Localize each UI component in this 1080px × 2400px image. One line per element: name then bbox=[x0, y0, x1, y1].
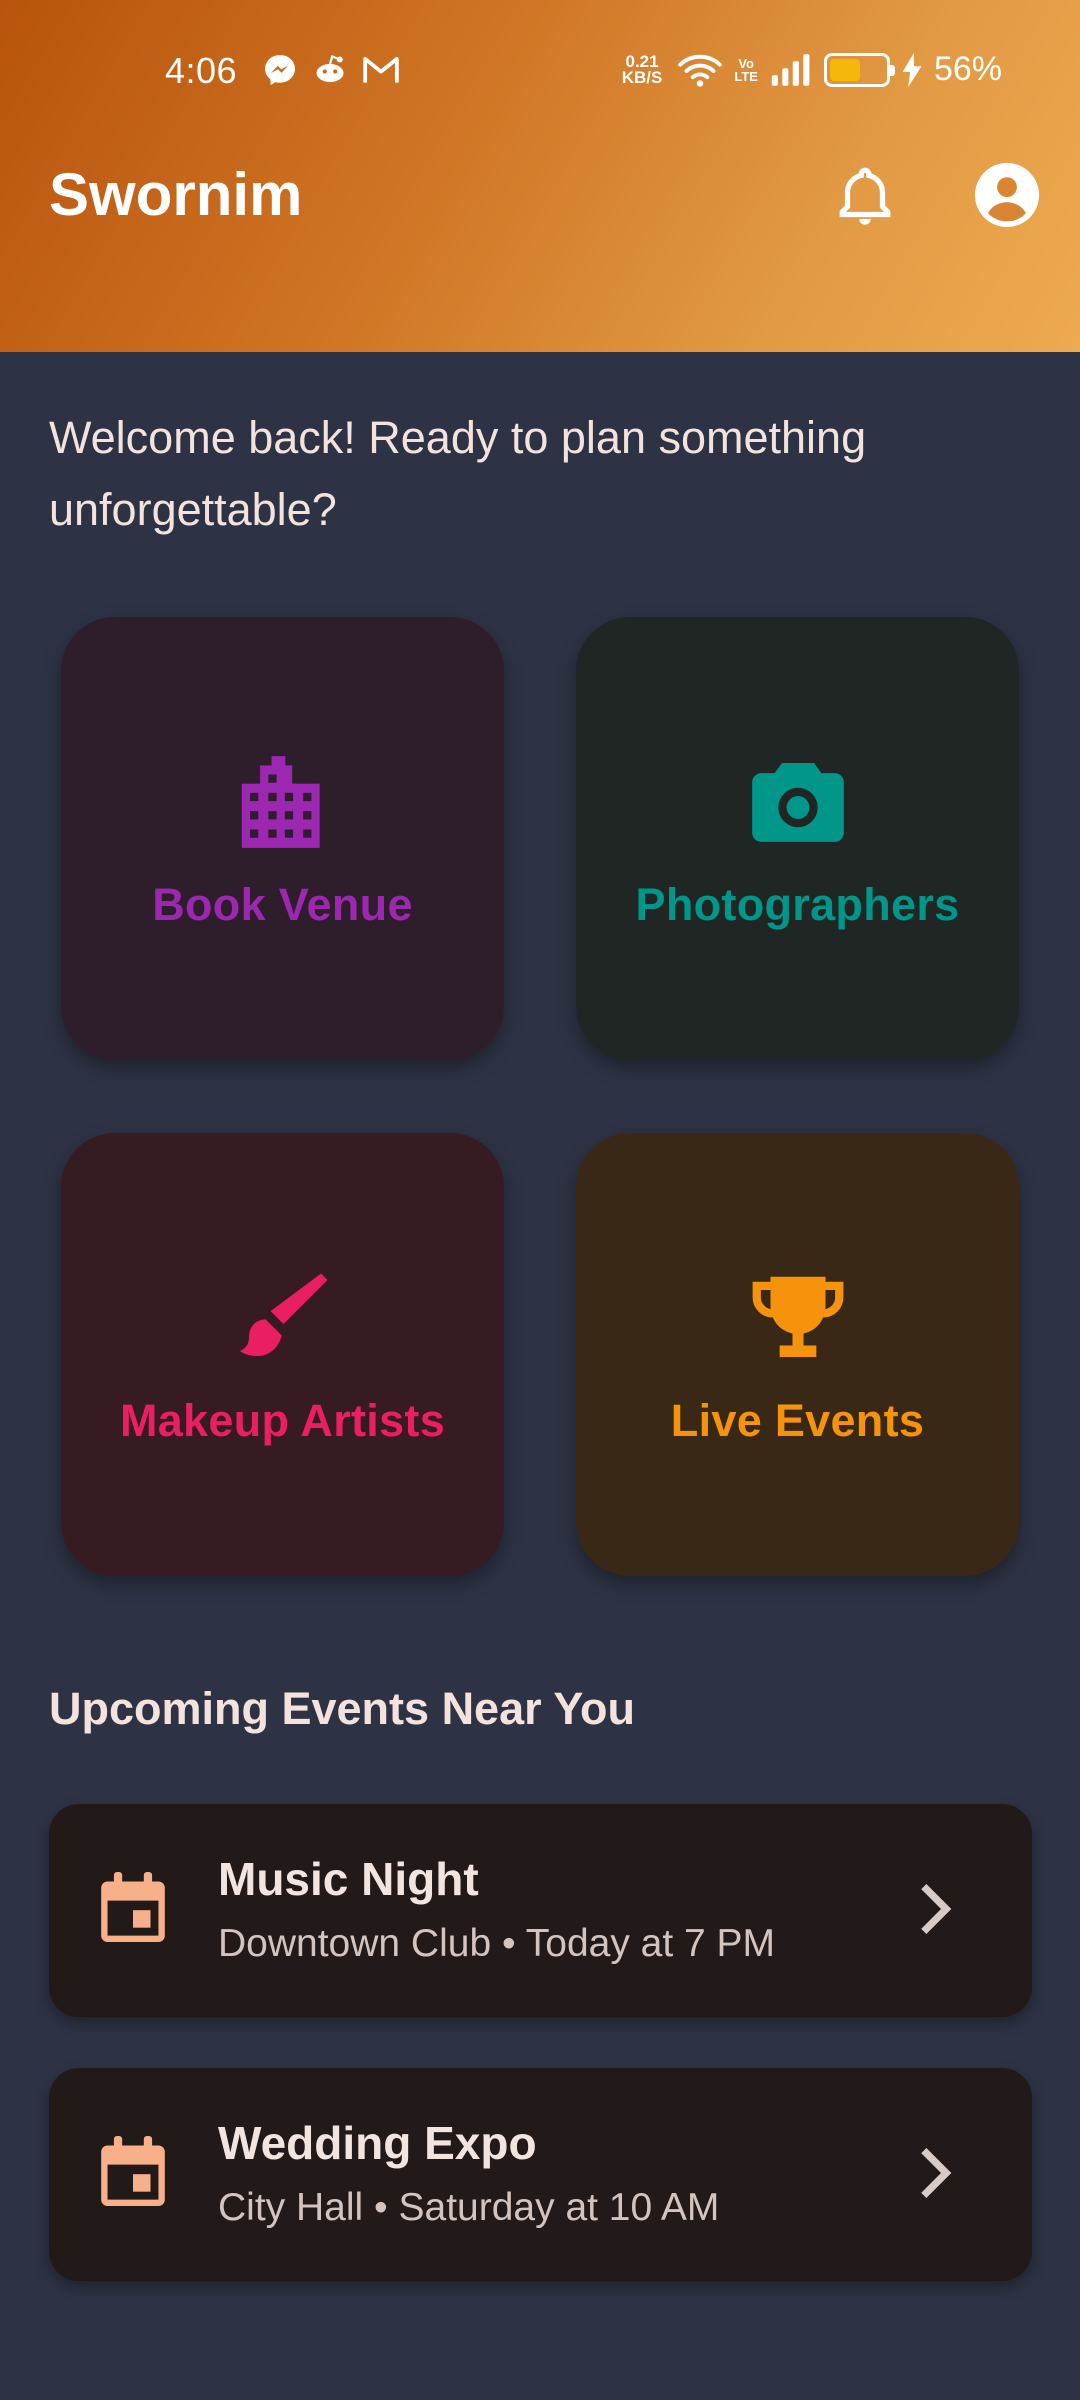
event-details: City Hall • Saturday at 10 AM bbox=[218, 2186, 720, 2229]
notification-icons bbox=[262, 52, 400, 88]
signal-icon bbox=[771, 53, 810, 86]
event-name: Music Night bbox=[218, 1853, 479, 1905]
camera-icon bbox=[751, 762, 844, 842]
makeup-artists-tile[interactable]: Makeup Artists bbox=[61, 1133, 504, 1576]
volte-indicator: Vo LTE bbox=[734, 57, 758, 83]
event-card-wedding-expo[interactable]: Wedding Expo City Hall • Saturday at 10 … bbox=[49, 2068, 1032, 2281]
network-speed: 0.21 KB/S bbox=[621, 53, 663, 87]
network-speed-unit: KB/S bbox=[621, 67, 663, 87]
event-name: Wedding Expo bbox=[218, 2117, 537, 2169]
live-events-label: Live Events bbox=[670, 1394, 925, 1446]
makeup-artists-label: Makeup Artists bbox=[119, 1394, 446, 1446]
calendar-icon bbox=[101, 1872, 165, 1942]
trophy-icon bbox=[752, 1276, 843, 1357]
battery-level bbox=[829, 58, 861, 81]
charging-icon bbox=[902, 52, 922, 87]
app-header: 4:06 0.21 KB/S Vo LTE 56% Swornim bbox=[0, 0, 1080, 352]
chevron-right-icon bbox=[921, 1884, 952, 1934]
volte-top: Vo bbox=[738, 55, 754, 71]
system-status: 0.21 KB/S Vo LTE 56% bbox=[622, 50, 1002, 89]
building-icon bbox=[241, 755, 320, 848]
app-title: Swornim bbox=[49, 161, 303, 228]
live-events-tile[interactable]: Live Events bbox=[576, 1133, 1019, 1576]
event-details: Downtown Club • Today at 7 PM bbox=[218, 1922, 776, 1965]
status-bar: 4:06 0.21 KB/S Vo LTE 56% bbox=[0, 40, 1080, 104]
book-venue-label: Book Venue bbox=[152, 878, 413, 930]
wifi-icon bbox=[678, 54, 723, 87]
notifications-button[interactable] bbox=[830, 160, 900, 230]
reddit-icon bbox=[316, 54, 344, 82]
photographers-tile[interactable]: Photographers bbox=[576, 617, 1019, 1060]
volte-bottom: LTE bbox=[734, 68, 758, 84]
battery-icon bbox=[823, 52, 895, 87]
photographers-label: Photographers bbox=[635, 878, 960, 930]
brush-icon bbox=[239, 1273, 327, 1356]
account-circle-icon bbox=[974, 162, 1040, 228]
calendar-icon bbox=[101, 2136, 165, 2206]
book-venue-tile[interactable]: Book Venue bbox=[61, 617, 504, 1060]
welcome-message: Welcome back! Ready to plan something un… bbox=[49, 412, 867, 535]
chevron-right-icon bbox=[921, 2148, 952, 2198]
messenger-icon bbox=[265, 55, 295, 85]
gmail-icon bbox=[363, 57, 399, 83]
account-button[interactable] bbox=[972, 160, 1042, 230]
status-time: 4:06 bbox=[165, 50, 238, 91]
event-card-music-night[interactable]: Music Night Downtown Club • Today at 7 P… bbox=[49, 1804, 1032, 2017]
bell-icon bbox=[839, 167, 891, 225]
battery-percent: 56% bbox=[933, 50, 1002, 88]
upcoming-events-title: Upcoming Events Near You bbox=[49, 1683, 635, 1734]
